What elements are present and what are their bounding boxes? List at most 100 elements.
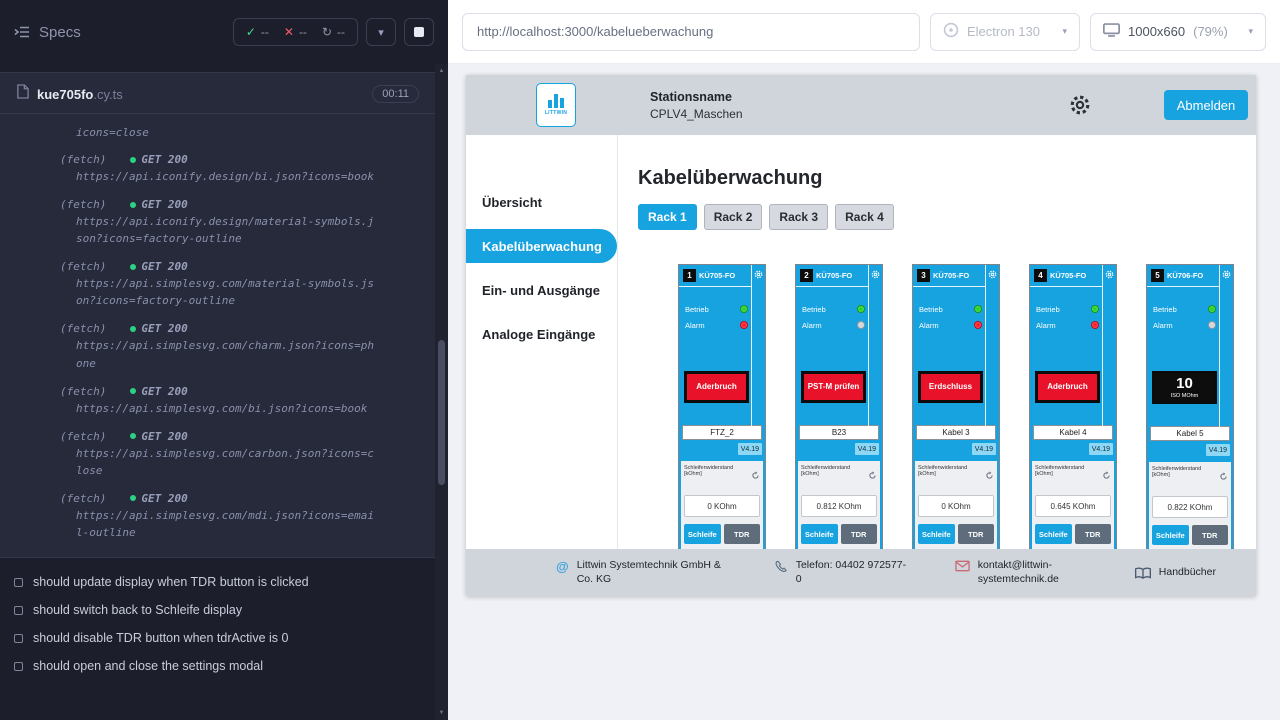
url-input[interactable] [462,13,920,51]
tab-rack-1[interactable]: Rack 1 [638,204,697,230]
passed-icon: ✓ [246,25,256,39]
settings-gear-icon[interactable] [1069,94,1091,116]
tab-rack-2[interactable]: Rack 2 [704,204,763,230]
device-number-badge: 5 [1151,269,1164,282]
footer-email[interactable]: kontakt@littwin-systemtechnik.de [955,559,1088,586]
collapse-all-button[interactable]: ▾ [366,18,396,46]
tdr-button[interactable]: TDR [1192,525,1229,545]
cable-name-field[interactable]: Kabel 3 [916,425,996,440]
refresh-icon[interactable] [985,471,994,480]
refresh-icon[interactable] [1102,471,1111,480]
test-item[interactable]: should update display when TDR button is… [14,568,421,596]
firmware-version: V4.19 [972,443,996,455]
fetch-log-list: icons=close (fetch)GET 200 https://api.i… [0,114,435,558]
test-item[interactable]: should disable TDR button when tdrActive… [14,624,421,652]
refresh-icon[interactable] [1219,472,1228,481]
scroll-down-icon[interactable]: ▼ [435,710,448,716]
card-buttons: Schleife TDR [684,524,760,544]
schleife-button[interactable]: Schleife [1035,524,1072,544]
main-content: Kabelüberwachung Rack 1 Rack 2 Rack 3 Ra… [618,135,1256,596]
fetch-log-entry[interactable]: (fetch)GET 200 https://api.simplesvg.com… [60,320,419,371]
schleife-button[interactable]: Schleife [918,524,955,544]
measurement-value: 0 KOhm [918,495,994,517]
cable-name-field[interactable]: Kabel 5 [1150,426,1230,441]
schleife-button[interactable]: Schleife [1152,525,1189,545]
card-side-strip [1219,265,1233,427]
refresh-icon[interactable] [751,471,760,480]
passed-stat: ✓ -- [246,25,269,39]
tdr-button[interactable]: TDR [1075,524,1112,544]
device-card: 2 KÜ705-FO Betrieb Alarm PST-M prüfen B2… [795,264,883,556]
card-header: 2 KÜ705-FO [796,265,868,287]
log-continuation-line: icons=close [76,124,419,141]
test-state-icon [14,606,23,615]
stop-tests-button[interactable] [404,18,434,46]
spec-file-icon [16,84,29,104]
betrieb-row: Betrieb [685,301,748,317]
sidebar-item-ein-und-ausgaenge[interactable]: Ein- und Ausgänge [466,273,617,307]
browser-name: Electron 130 [967,24,1040,39]
test-item[interactable]: should switch back to Schleife display [14,596,421,624]
fetch-log-entry[interactable]: (fetch)GET 200 https://api.simplesvg.com… [60,258,419,309]
station-label: Stationsname [650,90,743,104]
device-model: KÜ705-FO [699,271,735,280]
device-gear-icon[interactable] [754,270,763,427]
version-row: V4.19 [799,443,879,455]
pending-count: -- [337,25,345,39]
sidebar-item-kabelueberwachung[interactable]: Kabelüberwachung [466,229,617,263]
cable-name-field[interactable]: FTZ_2 [682,425,762,440]
device-gear-icon[interactable] [988,270,997,427]
logout-button[interactable]: Abmelden [1164,90,1248,120]
iso-unit: ISO MOhm [1171,393,1199,399]
device-gear-icon[interactable] [1105,270,1114,427]
test-state-icon [14,578,23,587]
scrollbar-thumb[interactable] [438,340,445,485]
device-model: KÜ705-FO [816,271,852,280]
device-gear-icon[interactable] [1222,270,1231,427]
alarm-row: Alarm [1153,317,1216,333]
sidebar-item-uebersicht[interactable]: Übersicht [466,185,617,219]
browser-select[interactable]: Electron 130 ▾ [930,13,1080,51]
tdr-button[interactable]: TDR [841,524,878,544]
page-title: Kabelüberwachung [638,167,1256,190]
logo-icon [548,94,564,108]
alarm-row: Alarm [802,317,865,333]
test-state-icon [14,662,23,671]
tdr-button[interactable]: TDR [724,524,761,544]
specs-label[interactable]: Specs [39,24,81,41]
fetch-log-entry[interactable]: (fetch)GET 200 https://api.iconify.desig… [60,196,419,247]
status-display: Aderbruch [1035,371,1100,403]
status-text: Aderbruch [1047,382,1087,392]
spec-header[interactable]: kue705fo.cy.ts 00:11 [0,73,435,114]
fetch-log-entry[interactable]: (fetch)GET 200 https://api.simplesvg.com… [60,428,419,479]
alarm-row: Alarm [685,317,748,333]
fetch-log-entry[interactable]: (fetch)GET 200 https://api.iconify.desig… [60,151,419,185]
tdr-button[interactable]: TDR [958,524,995,544]
sidebar-item-analoge-eingaenge[interactable]: Analoge Eingänge [466,317,617,351]
scroll-up-icon[interactable]: ▲ [435,68,448,74]
fetch-log-entry[interactable]: (fetch)GET 200 https://api.simplesvg.com… [60,490,419,541]
specs-menu-icon[interactable] [14,24,30,40]
stop-icon [414,27,424,37]
browser-stage: Electron 130 ▾ 1000x660 (79%) ▾ LITTWIN … [448,0,1280,720]
test-item[interactable]: should open and close the settings modal [14,652,421,680]
station-name: CPLV4_Maschen [650,107,743,121]
phone-icon [774,560,788,574]
cable-name-field[interactable]: B23 [799,425,879,440]
reporter-header: Specs ✓ -- ✕ -- ↻ -- ▾ [0,0,448,64]
card-header: 1 KÜ705-FO [679,265,751,287]
app-body: Übersicht Kabelüberwachung Ein- und Ausg… [466,135,1256,596]
device-gear-icon[interactable] [871,270,880,427]
schleife-button[interactable]: Schleife [684,524,721,544]
tab-rack-3[interactable]: Rack 3 [769,204,828,230]
fetch-log-entry[interactable]: (fetch)GET 200 https://api.simplesvg.com… [60,383,419,417]
reporter-scrollbar[interactable]: ▲ ▼ [435,64,448,720]
viewport-select[interactable]: 1000x660 (79%) ▾ [1090,13,1266,51]
tab-rack-4[interactable]: Rack 4 [835,204,894,230]
refresh-icon[interactable] [868,471,877,480]
app-footer: @ Littwin Systemtechnik GmbH & Co. KG Te… [466,549,1256,596]
footer-manuals[interactable]: Handbücher [1135,566,1216,580]
cable-name-field[interactable]: Kabel 4 [1033,425,1113,440]
betrieb-row: Betrieb [1036,301,1099,317]
schleife-button[interactable]: Schleife [801,524,838,544]
